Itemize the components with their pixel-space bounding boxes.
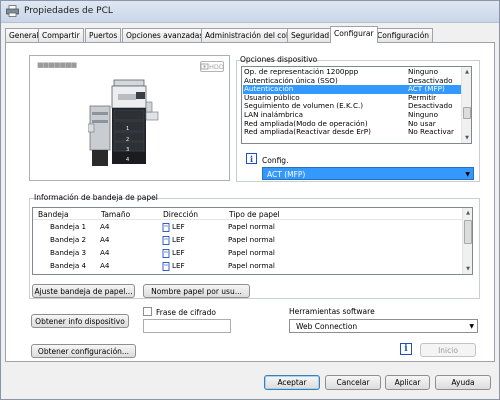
tray-paper-type: Papel normal [228, 235, 275, 244]
tab-administracion-del-color[interactable]: Administración del color [201, 28, 300, 42]
printer-icon [6, 5, 19, 17]
tray-number-2: 2 [126, 137, 130, 143]
tray-name: Bandeja 4 [50, 261, 87, 270]
window-title: Propiedades de PCL [24, 6, 113, 16]
help-button[interactable]: Ayuda [435, 375, 491, 390]
paper-icon [162, 262, 170, 271]
cancel-button[interactable]: Cancelar [325, 375, 381, 390]
tray-name: Bandeja 3 [50, 248, 87, 257]
column-header-tamano[interactable]: Tamaño [101, 210, 130, 219]
tab-compartir[interactable]: Compartir [38, 28, 84, 42]
tray-number-3: 3 [126, 147, 130, 153]
encryption-label: Frase de cifrado [156, 308, 216, 317]
info-icon[interactable]: i [400, 343, 412, 355]
scroll-up-icon[interactable]: ▲ [462, 67, 471, 77]
printer-illustration [88, 79, 159, 166]
paper-tray-title: Información de bandeja de papel [34, 193, 158, 202]
tray-number-4: 4 [126, 157, 130, 163]
config-dropdown[interactable]: ACT (MFP) ▼ [262, 167, 474, 180]
table-row[interactable]: Bandeja 2 A4 LEF Papel normal [33, 235, 463, 245]
tray-paper-type: Papel normal [228, 261, 275, 270]
scroll-down-icon[interactable]: ▼ [462, 133, 471, 143]
device-options-list[interactable]: Op. de representación 1200ppp Ninguno Au… [241, 66, 472, 144]
tray-direction: LEF [172, 248, 185, 257]
list-item[interactable]: Red ampliada(Reactivar desde ErP) No Rea… [243, 128, 461, 137]
tray-name: Bandeja 1 [50, 222, 87, 231]
adjust-paper-tray-button[interactable]: Ajuste bandeja de papel... [32, 284, 135, 298]
device-name-blurred: ■■■■■■■ [37, 61, 77, 69]
tab-configurar[interactable]: Configurar [330, 26, 378, 43]
hdd-label: HDD [209, 63, 224, 71]
config-value: ACT (MFP) [267, 170, 306, 179]
tray-direction: LEF [172, 235, 185, 244]
paper-icon [162, 249, 170, 258]
scroll-thumb[interactable] [464, 220, 472, 244]
paper-tray-scrollbar[interactable]: ▲ ▼ [462, 208, 472, 274]
info-icon: i [246, 153, 257, 164]
tray-size: A4 [100, 235, 110, 244]
paper-tray-table[interactable]: Bandeja Tamaño Dirección Tipo de papel B… [32, 207, 473, 275]
tray-paper-type: Papel normal [228, 222, 275, 231]
option-value: No Reactivar [408, 127, 454, 137]
table-row[interactable]: Bandeja 1 A4 LEF Papel normal [33, 222, 463, 232]
table-header: Bandeja Tamaño Dirección Tipo de papel [33, 208, 463, 220]
tab-puertos[interactable]: Puertos [85, 28, 122, 42]
tab-general[interactable]: General [5, 28, 43, 42]
chevron-down-icon[interactable]: ▼ [469, 323, 474, 330]
device-options-title: Opciones dispositivo [240, 55, 318, 64]
paper-icon [162, 236, 170, 245]
encryption-checkbox[interactable] [143, 307, 152, 316]
start-button[interactable]: Inicio [420, 343, 476, 357]
tray-paper-type: Papel normal [228, 248, 275, 257]
table-row[interactable]: Bandeja 3 A4 LEF Papel normal [33, 248, 463, 258]
get-configuration-button[interactable]: Obtener configuración... [31, 344, 136, 358]
tray-direction: LEF [172, 261, 185, 270]
apply-button[interactable]: Aplicar [385, 375, 430, 390]
table-row[interactable]: Bandeja 4 A4 LEF Papel normal [33, 261, 463, 271]
software-tools-value: Web Connection [296, 322, 358, 331]
encryption-phrase-input[interactable] [143, 319, 231, 333]
config-label: Config. [262, 156, 289, 165]
hdd-icon [200, 63, 209, 70]
tray-direction: LEF [172, 222, 185, 231]
device-options-scrollbar[interactable]: ▲ ▼ [461, 67, 471, 143]
column-header-tipo-de-papel[interactable]: Tipo de papel [229, 210, 280, 219]
tab-configuracion[interactable]: Configuración [373, 28, 434, 42]
paper-icon [162, 223, 170, 232]
tray-name: Bandeja 2 [50, 235, 87, 244]
ok-button[interactable]: Aceptar [264, 375, 320, 390]
tray-size: A4 [100, 248, 110, 257]
software-tools-label: Herramientas software [289, 307, 375, 316]
scroll-thumb[interactable] [463, 107, 471, 119]
tray-number-1: 1 [126, 126, 130, 132]
tray-size: A4 [100, 261, 110, 270]
tab-opciones-avanzadas[interactable]: Opciones avanzadas [122, 28, 208, 42]
chevron-down-icon[interactable]: ▼ [465, 171, 470, 178]
tray-size: A4 [100, 222, 110, 231]
paper-name-by-user-button[interactable]: Nombre papel por usu... [143, 284, 250, 298]
scroll-down-icon[interactable]: ▼ [463, 264, 472, 274]
option-name: Red ampliada(Reactivar desde ErP) [244, 127, 371, 137]
column-header-bandeja[interactable]: Bandeja [38, 210, 69, 219]
get-device-info-button[interactable]: Obtener info dispositivo [31, 314, 129, 328]
software-tools-dropdown[interactable]: Web Connection ▼ [289, 319, 478, 333]
column-header-direccion[interactable]: Dirección [163, 210, 198, 219]
scroll-up-icon[interactable]: ▲ [463, 208, 472, 218]
tab-seguridad[interactable]: Seguridad [287, 28, 334, 42]
